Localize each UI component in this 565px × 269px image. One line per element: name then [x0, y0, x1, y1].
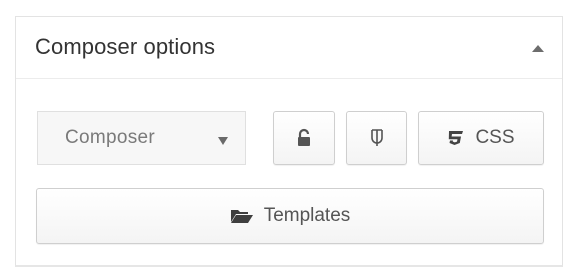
composer-select[interactable]: Composer — [37, 111, 246, 165]
lock-button[interactable] — [273, 111, 335, 165]
publish-button[interactable] — [346, 111, 407, 165]
panel-header: Composer options — [16, 17, 562, 79]
unlock-icon — [298, 128, 310, 146]
composer-options-panel: Composer options Composer CSS Templates — [15, 16, 563, 267]
folder-open-icon — [230, 210, 253, 223]
triangle-up-icon — [532, 45, 544, 52]
caret-down-icon — [217, 133, 229, 151]
publish-glyph-icon — [370, 129, 383, 146]
css3-icon — [449, 131, 464, 145]
collapse-toggle[interactable] — [528, 38, 548, 58]
panel-title: Composer options — [35, 34, 216, 59]
templates-button-label: Templates — [263, 205, 351, 226]
css-button[interactable]: CSS — [418, 111, 544, 165]
css-button-label: CSS — [475, 127, 515, 148]
composer-select-value: Composer — [65, 127, 156, 148]
templates-button[interactable]: Templates — [36, 188, 544, 244]
